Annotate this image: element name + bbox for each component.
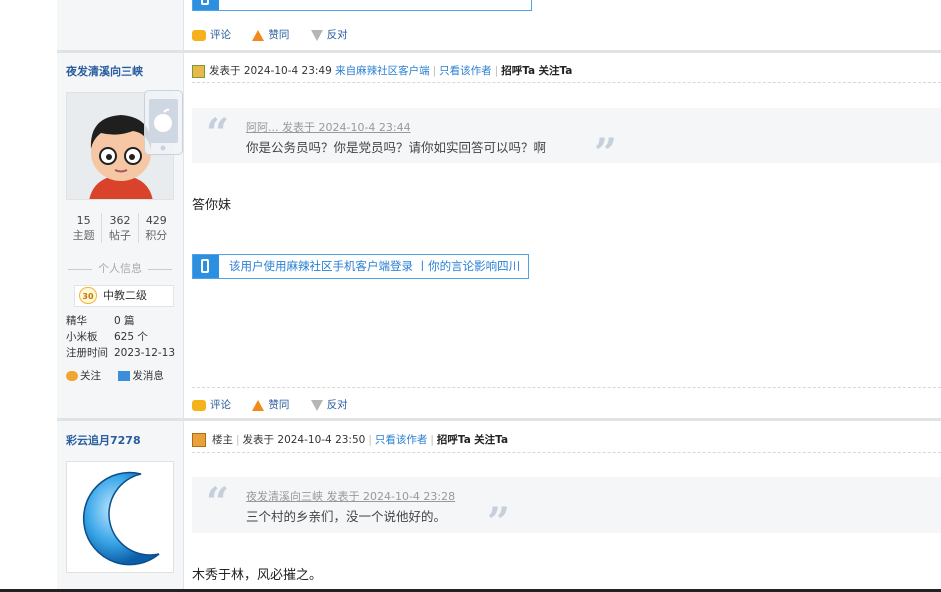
author-name-link[interactable]: 彩云追月7278: [66, 432, 141, 448]
quote-text: 你是公务员吗？你是党员吗？请你如实回答可以吗？啊: [246, 140, 547, 155]
apple-client-badge: [144, 90, 183, 155]
open-quote-icon: “: [206, 110, 230, 157]
like-button[interactable]: 赞同: [252, 397, 289, 412]
post-body: 木秀于林，风必摧之。: [192, 568, 323, 583]
comment-icon: [192, 399, 206, 411]
post-body: 答你妹: [192, 198, 232, 213]
quote-header[interactable]: 夜发清溪向三峡 发表于 2024-10-4 23:28: [246, 488, 455, 504]
thumb-up-arrow-icon: [252, 399, 265, 411]
quote-block: “ 夜发清溪向三峡 发表于 2024-10-4 23:28 三个村的乡亲们，没一…: [192, 477, 941, 543]
action-divider: [192, 387, 941, 388]
stat-topics[interactable]: 15 主题: [66, 213, 103, 243]
follow-button[interactable]: 关注: [66, 370, 101, 382]
thumb-down-arrow-icon: [310, 399, 323, 411]
like-button[interactable]: 赞同: [252, 27, 289, 42]
info-row: 小米板 625 个: [66, 331, 148, 343]
mail-icon: [118, 371, 131, 381]
mobile-phone-icon: [193, 255, 219, 278]
greet-link[interactable]: 招呼Ta: [437, 434, 471, 446]
louzhu-icon: [192, 433, 206, 447]
follow-ta-link[interactable]: 关注Ta: [474, 434, 508, 446]
close-quote-icon: ”: [594, 130, 618, 177]
post-status-icon: [192, 64, 205, 78]
follow-users-icon: [66, 371, 78, 381]
comment-button[interactable]: 评论: [192, 397, 231, 412]
action-bar: 评论 赞同 反对: [192, 397, 366, 412]
stat-points[interactable]: 429 积分: [139, 213, 174, 243]
only-author-link[interactable]: 只看该作者: [439, 65, 492, 77]
thumb-down-arrow-icon: [310, 29, 323, 41]
oppose-button[interactable]: 反对: [310, 397, 348, 412]
only-author-link[interactable]: 只看该作者: [375, 434, 428, 446]
action-bar-prev: 评论 赞同 反对: [192, 27, 366, 42]
info-row: 精华 0 篇: [66, 315, 135, 327]
avatar[interactable]: [66, 461, 174, 573]
user-actions: 关注 发消息: [66, 368, 164, 383]
user-level: 30 中教二级: [74, 285, 174, 307]
post-meta: 楼主 | 发表于 2024-10-4 23:50 | 只看该作者 | 招呼Ta 关注Ta: [192, 432, 508, 447]
user-info-list: 精华 0 篇 小米板 625 个 注册时间 2023-12-13: [66, 313, 175, 361]
client-source-link[interactable]: 来自麻辣社区客户端: [335, 65, 430, 77]
thumb-up-arrow-icon: [252, 29, 265, 41]
quote-header[interactable]: 阿阿... 发表于 2024-10-4 23:44: [246, 119, 411, 135]
author-panel-prev: [57, 0, 184, 50]
mobile-client-banner[interactable]: 该用户使用麻辣社区手机客户端登录 丨你的言论影响四川: [192, 254, 530, 279]
stat-posts[interactable]: 362 帖子: [102, 213, 139, 243]
follow-ta-link[interactable]: 关注Ta: [538, 65, 572, 77]
meta-divider: [192, 82, 941, 83]
meta-divider: [192, 452, 941, 453]
greet-link[interactable]: 招呼Ta: [501, 65, 535, 77]
open-quote-icon: “: [206, 479, 230, 526]
post-meta: 发表于 2024-10-4 23:49 来自麻辣社区客户端 | 只看该作者 | 招呼Ta…: [192, 63, 572, 78]
client-box-prev[interactable]: [192, 0, 532, 11]
info-row: 注册时间 2023-12-13: [66, 347, 176, 359]
quote-text: 三个村的乡亲们，没一个说他好的。: [246, 509, 447, 524]
comment-button[interactable]: 评论: [192, 27, 231, 42]
quote-block: “ 阿阿... 发表于 2024-10-4 23:44 你是公务员吗？你是党员吗…: [192, 108, 941, 174]
level-heart-icon: 30: [79, 287, 97, 304]
close-quote-icon: ”: [487, 499, 511, 546]
left-gutter: [0, 0, 57, 592]
comment-icon: [192, 29, 206, 41]
crescent-moon-avatar: [82, 471, 160, 566]
author-name-link[interactable]: 夜发清溪向三峡: [66, 63, 143, 79]
send-message-button[interactable]: 发消息: [118, 370, 164, 382]
user-stats: 15 主题 362 帖子 429 积分: [66, 213, 174, 243]
apple-icon: [149, 99, 178, 151]
oppose-button[interactable]: 反对: [310, 27, 348, 42]
personal-info-heading: 个人信息: [57, 260, 183, 276]
